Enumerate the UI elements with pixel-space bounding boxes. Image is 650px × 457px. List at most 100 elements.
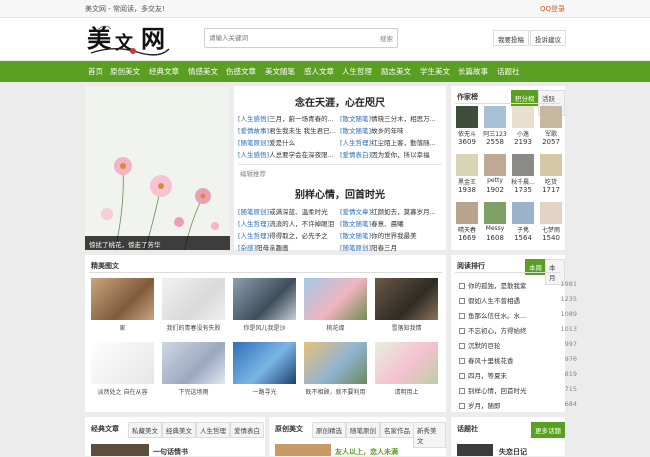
avatar[interactable] bbox=[540, 202, 562, 224]
avatar[interactable] bbox=[456, 106, 478, 128]
nav-emotion[interactable]: 情感美文 bbox=[188, 66, 218, 77]
thumbnail[interactable] bbox=[457, 444, 493, 456]
author-name[interactable]: 依无斗 bbox=[453, 129, 481, 138]
nav-sad[interactable]: 伤感文章 bbox=[226, 66, 256, 77]
author-name[interactable]: 子隽 bbox=[509, 225, 537, 234]
nav-topic[interactable]: 话题社 bbox=[497, 66, 520, 77]
list-item[interactable]: [随笔原创]爱是什么 bbox=[238, 137, 338, 147]
avatar[interactable] bbox=[540, 106, 562, 128]
tab-private[interactable]: 私藏美文 bbox=[128, 422, 162, 438]
site-logo[interactable]: 美 文 网 bbox=[85, 21, 175, 57]
nav-story[interactable]: 长篇故事 bbox=[458, 66, 488, 77]
qq-login-link[interactable]: QQ登录 bbox=[540, 4, 565, 14]
nav-essay[interactable]: 美文随笔 bbox=[265, 66, 295, 77]
author-name[interactable]: 吃货 bbox=[537, 177, 565, 186]
feedback-button[interactable]: 投诉建议 bbox=[530, 30, 566, 46]
slider-caption[interactable]: 惊扰了桃花，惊走了芳华 bbox=[89, 239, 161, 249]
list-item[interactable]: [散文随笔]情晓三分木，相思万... bbox=[340, 113, 444, 123]
thumbnail[interactable] bbox=[375, 342, 438, 384]
list-item[interactable]: 岁月，随即 684 bbox=[459, 400, 577, 410]
list-item[interactable]: [散文随笔]春意、晨曦 bbox=[340, 218, 444, 228]
thumbnail-caption[interactable]: 你是风儿我是沙 bbox=[233, 323, 296, 332]
hero-slider[interactable]: 惊扰了桃花，惊走了芳华 bbox=[85, 86, 230, 251]
list-item[interactable]: [人生感悟]人总要学会在深夜限... bbox=[238, 149, 338, 159]
list-item[interactable]: 别样心情，回首时光 715 bbox=[459, 385, 577, 395]
list-item[interactable]: [爱情故事]君生我未生 我生君已... bbox=[238, 125, 338, 135]
author-name[interactable]: 七梦雨 bbox=[537, 225, 565, 234]
list-item[interactable]: [散文随笔]你的世界我最美 bbox=[340, 230, 444, 240]
thumbnail-caption[interactable]: 请明用上 bbox=[375, 387, 438, 396]
nav-original[interactable]: 原创美文 bbox=[110, 66, 140, 77]
avatar[interactable] bbox=[512, 154, 534, 176]
author-name[interactable]: 晴天春 bbox=[453, 225, 481, 234]
avatar[interactable] bbox=[540, 154, 562, 176]
thumbnail-caption[interactable]: 我们的青春没有失败 bbox=[162, 323, 225, 332]
thumbnail[interactable] bbox=[233, 278, 296, 320]
featured-title-1[interactable]: 念在天涯，心在咫尺 bbox=[234, 94, 446, 109]
list-item[interactable]: [随笔原创]或满深蓝、温柔时光 bbox=[238, 206, 338, 216]
list-item[interactable]: [爱情文章]红颜如去，莫寡岁月... bbox=[340, 206, 444, 216]
list-item[interactable]: [人生哲理]红尘陌上客，勤落随... bbox=[340, 137, 444, 147]
tab-original-essay[interactable]: 随笔原创 bbox=[346, 422, 380, 438]
thumbnail[interactable] bbox=[91, 444, 149, 456]
avatar[interactable] bbox=[456, 202, 478, 224]
thumbnail-caption[interactable]: 雪落知我情 bbox=[375, 323, 438, 332]
list-item[interactable]: [随笔原创]阳春三月 bbox=[340, 242, 444, 252]
thumbnail[interactable] bbox=[304, 278, 367, 320]
nav-home[interactable]: 首页 bbox=[88, 66, 103, 77]
author-name[interactable]: 阿三123 bbox=[481, 129, 509, 138]
author-name[interactable]: 秋千晨... bbox=[509, 177, 537, 186]
thumbnail-caption[interactable]: 既不相顾，就不要利用 bbox=[304, 387, 367, 396]
thumbnail[interactable] bbox=[91, 278, 154, 320]
list-item[interactable]: 沉默的巨轮 997 bbox=[459, 340, 577, 350]
list-item[interactable]: 春风十里桃花香 976 bbox=[459, 355, 577, 365]
author-name[interactable]: petty bbox=[481, 177, 509, 184]
list-item[interactable]: 不忘初心，方得始终 1013 bbox=[459, 325, 577, 335]
list-item[interactable]: [散文随笔]故乡的年味 bbox=[340, 125, 444, 135]
nav-philosophy[interactable]: 人生哲理 bbox=[342, 66, 372, 77]
tab-classic[interactable]: 经典美文 bbox=[162, 422, 196, 438]
list-item[interactable]: 鱼那么信任水。水... 1089 bbox=[459, 310, 577, 320]
nav-classic[interactable]: 经典文章 bbox=[149, 66, 179, 77]
list-item[interactable]: [人生哲理]流浪的人，不许掉眼泪 bbox=[238, 218, 338, 228]
list-item[interactable]: [人生哲理]得得取之，必先予之 bbox=[238, 230, 338, 240]
thumbnail[interactable] bbox=[375, 278, 438, 320]
tab-original-picks[interactable]: 原创精选 bbox=[312, 422, 346, 438]
tab-famous[interactable]: 名家作品 bbox=[380, 422, 414, 438]
nav-touching[interactable]: 感人文章 bbox=[304, 66, 334, 77]
nav-student[interactable]: 学生美文 bbox=[420, 66, 450, 77]
avatar[interactable] bbox=[484, 106, 506, 128]
thumbnail[interactable] bbox=[233, 342, 296, 384]
featured-title-2[interactable]: 别样心情，回首时光 bbox=[234, 186, 446, 201]
list-item[interactable]: [爱情表白]因为爱你，所以幸福 bbox=[340, 149, 444, 159]
avatar[interactable] bbox=[512, 106, 534, 128]
list-item[interactable]: 假如人生不曾相遇 1235 bbox=[459, 295, 577, 305]
thumbnail[interactable] bbox=[91, 342, 154, 384]
thumbnail[interactable] bbox=[304, 342, 367, 384]
thumbnail-caption[interactable]: 家 bbox=[91, 323, 154, 332]
contribute-button[interactable]: 我要投稿 bbox=[493, 30, 529, 46]
avatar[interactable] bbox=[484, 202, 506, 224]
thumbnail-caption[interactable]: 一路寻光 bbox=[233, 387, 296, 396]
author-name[interactable]: 黑金王 bbox=[453, 177, 481, 186]
tab-newcomer[interactable]: 新秀美文 bbox=[413, 422, 446, 448]
list-item[interactable]: 四月，等夏末 819 bbox=[459, 370, 577, 380]
list-item[interactable]: [人生感悟]三月，蔚一场青春的... bbox=[238, 113, 338, 123]
avatar[interactable] bbox=[512, 202, 534, 224]
search-button[interactable]: 搜索 bbox=[380, 33, 393, 43]
tab-philosophy[interactable]: 人生哲理 bbox=[196, 422, 230, 438]
author-name[interactable]: 小逸 bbox=[509, 129, 537, 138]
nav-inspire[interactable]: 励志美文 bbox=[381, 66, 411, 77]
avatar[interactable] bbox=[456, 154, 478, 176]
search-input[interactable] bbox=[207, 31, 367, 45]
thumbnail[interactable] bbox=[162, 278, 225, 320]
more-topics-button[interactable]: 更多话题 bbox=[531, 422, 565, 438]
thumbnail-caption[interactable]: 桃花缘 bbox=[304, 323, 367, 332]
list-item[interactable]: [杂感]阳母亲趣画 bbox=[238, 242, 338, 252]
author-name[interactable]: 军歌 bbox=[537, 129, 565, 138]
thumbnail-caption[interactable]: 下完这场雨 bbox=[162, 387, 225, 396]
avatar[interactable] bbox=[484, 154, 506, 176]
thumbnail[interactable] bbox=[162, 342, 225, 384]
tab-love[interactable]: 爱情表白 bbox=[230, 422, 264, 438]
thumbnail[interactable] bbox=[275, 444, 331, 456]
